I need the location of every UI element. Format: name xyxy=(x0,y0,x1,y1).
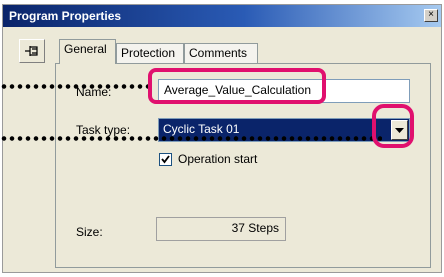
tab-protection[interactable]: Protection xyxy=(116,43,184,63)
task-type-label: Task type: xyxy=(76,123,131,137)
pin-icon xyxy=(25,46,38,56)
close-button[interactable]: × xyxy=(424,9,438,22)
task-type-value: Cyclic Task 01 xyxy=(163,122,240,136)
dotted-pointer-name xyxy=(0,84,152,89)
dotted-pointer-dropdown xyxy=(0,136,382,141)
tab-comments-label: Comments xyxy=(189,46,248,60)
size-value: 37 Steps xyxy=(231,221,279,235)
checkmark-icon xyxy=(161,155,170,164)
tab-general-label: General xyxy=(64,42,107,56)
operation-start-label: Operation start xyxy=(178,152,258,166)
size-label: Size: xyxy=(76,225,103,239)
pin-button[interactable] xyxy=(19,39,45,63)
operation-start-checkbox[interactable] xyxy=(159,153,172,166)
tab-general[interactable]: General xyxy=(59,39,116,64)
tab-protection-label: Protection xyxy=(121,46,176,60)
title-bar: Program Properties × xyxy=(3,5,441,27)
dialog-title: Program Properties xyxy=(9,9,122,23)
highlight-name-field xyxy=(148,68,326,104)
tab-comments[interactable]: Comments xyxy=(184,43,258,63)
size-field: 37 Steps xyxy=(156,217,286,241)
highlight-dropdown-button xyxy=(372,104,414,148)
close-icon: × xyxy=(428,9,434,20)
